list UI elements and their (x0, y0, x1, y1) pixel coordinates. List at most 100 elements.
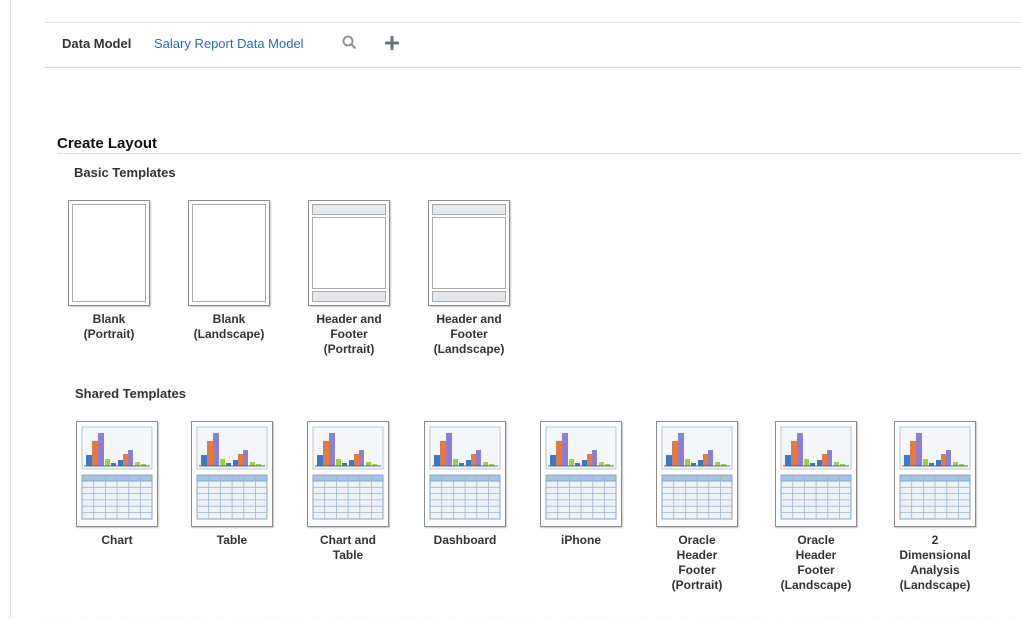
chart-bar-icon (953, 462, 958, 466)
shared-template-4[interactable]: iPhone (526, 421, 636, 548)
chart-bar-icon (791, 441, 797, 466)
page-body (312, 217, 386, 289)
search-icon[interactable] (341, 34, 359, 52)
chart-bar-icon (483, 462, 488, 466)
chart-bar-icon (923, 459, 928, 466)
chart-table-thumbnail-art (81, 426, 153, 520)
create-layout-title: Create Layout (57, 135, 158, 152)
caption-line: Blank (212, 312, 246, 326)
chart-bar-icon (446, 433, 452, 466)
chart-bar-icon (936, 460, 941, 466)
basic-template-1[interactable]: Blank (Landscape) (174, 200, 284, 342)
caption-line: Table (216, 533, 248, 547)
page-body (432, 217, 506, 289)
chart-bar-icon (250, 462, 255, 466)
chart-bar-icon (817, 460, 822, 466)
chart-bar-icon (785, 455, 791, 466)
chart-bar-icon (349, 460, 354, 466)
section-divider (57, 153, 1021, 154)
template-caption: 2 Dimensional Analysis (Landscape) (880, 533, 990, 593)
plus-icon[interactable] (382, 33, 402, 53)
chart-bar-icon (582, 460, 587, 466)
template-caption: Header and Footer (Landscape) (414, 312, 524, 357)
left-rail (0, 0, 11, 618)
chart-bar-icon (587, 454, 592, 466)
chart-bar-icon (569, 459, 574, 466)
chart-bar-icon (359, 450, 364, 466)
header-footer-thumbnail (308, 200, 390, 306)
page-body (192, 204, 266, 302)
page-footer-band (432, 291, 506, 302)
chart-bar-icon (941, 454, 946, 466)
chart-bar-icon (471, 454, 476, 466)
basic-template-2[interactable]: Header and Footer (Portrait) (294, 200, 404, 357)
caption-line: Header and (436, 312, 502, 326)
data-model-header: Data Model Salary Report Data Model (44, 23, 1021, 68)
shared-templates-title: Shared Templates (75, 386, 187, 401)
chart-bar-icon (213, 433, 219, 466)
chart-bar-icon (220, 459, 225, 466)
chart-bar-icon (797, 433, 803, 466)
template-caption: Header and Footer (Portrait) (294, 312, 404, 357)
shared-template-6[interactable]: Oracle Header Footer (Landscape) (761, 421, 871, 593)
chart-table-thumbnail (307, 421, 389, 527)
caption-line: Dashboard (433, 533, 497, 547)
basic-template-0[interactable]: Blank (Portrait) (54, 200, 164, 342)
chart-table-thumbnail-art (899, 426, 971, 520)
caption-line: (Portrait) (83, 327, 135, 341)
caption-line: Oracle (678, 533, 716, 547)
caption-line: (Landscape) (899, 578, 971, 592)
chart-table-thumbnail-art (545, 426, 617, 520)
basic-template-3[interactable]: Header and Footer (Landscape) (414, 200, 524, 357)
basic-templates-title: Basic Templates (74, 165, 176, 180)
caption-line: (Landscape) (433, 342, 505, 356)
caption-line: Footer (797, 563, 835, 577)
chart-bar-icon (238, 454, 243, 466)
chart-bar-icon (672, 441, 678, 466)
template-caption: Oracle Header Footer (Landscape) (761, 533, 871, 593)
chart-bar-icon (207, 441, 213, 466)
shared-template-0[interactable]: Chart (62, 421, 172, 548)
caption-line: Analysis (910, 563, 960, 577)
chart-table-thumbnail-art (429, 426, 501, 520)
caption-line: (Landscape) (193, 327, 265, 341)
caption-line: Header (676, 548, 718, 562)
caption-line: Dimensional (899, 548, 971, 562)
caption-line: Header and (316, 312, 382, 326)
chart-bar-icon (366, 462, 371, 466)
chart-table-thumbnail (540, 421, 622, 527)
chart-bar-icon (946, 450, 951, 466)
caption-line: (Landscape) (780, 578, 852, 592)
data-model-link[interactable]: Salary Report Data Model (154, 36, 304, 51)
chart-bar-icon (562, 433, 568, 466)
shared-template-2[interactable]: Chart and Table (293, 421, 403, 563)
chart-table-thumbnail (424, 421, 506, 527)
chart-table-thumbnail (894, 421, 976, 527)
chart-bar-icon (466, 460, 471, 466)
chart-bar-icon (453, 459, 458, 466)
shared-template-1[interactable]: Table (177, 421, 287, 548)
chart-bar-icon (666, 455, 672, 466)
caption-line: iPhone (560, 533, 601, 547)
chart-bar-icon (678, 433, 684, 466)
chart-bar-icon (550, 455, 556, 466)
blank-page-thumbnail (188, 200, 270, 306)
page-body (72, 204, 146, 302)
template-caption: Oracle Header Footer (Portrait) (642, 533, 752, 593)
template-caption: Table (177, 533, 287, 548)
chart-bar-icon (336, 459, 341, 466)
shared-template-5[interactable]: Oracle Header Footer (Portrait) (642, 421, 752, 593)
data-model-label: Data Model (62, 36, 132, 51)
template-caption: Chart and Table (293, 533, 403, 563)
caption-line: Footer (678, 563, 716, 577)
caption-line: 2 (931, 533, 939, 547)
chart-table-thumbnail-art (780, 426, 852, 520)
shared-template-7[interactable]: 2 Dimensional Analysis (Landscape) (880, 421, 990, 593)
chart-bar-icon (822, 454, 827, 466)
shared-template-3[interactable]: Dashboard (410, 421, 520, 548)
caption-line: (Portrait) (671, 578, 723, 592)
caption-line: Blank (92, 312, 126, 326)
chart-bar-icon (128, 450, 133, 466)
chart-bar-icon (698, 460, 703, 466)
chart-bar-icon (556, 441, 562, 466)
